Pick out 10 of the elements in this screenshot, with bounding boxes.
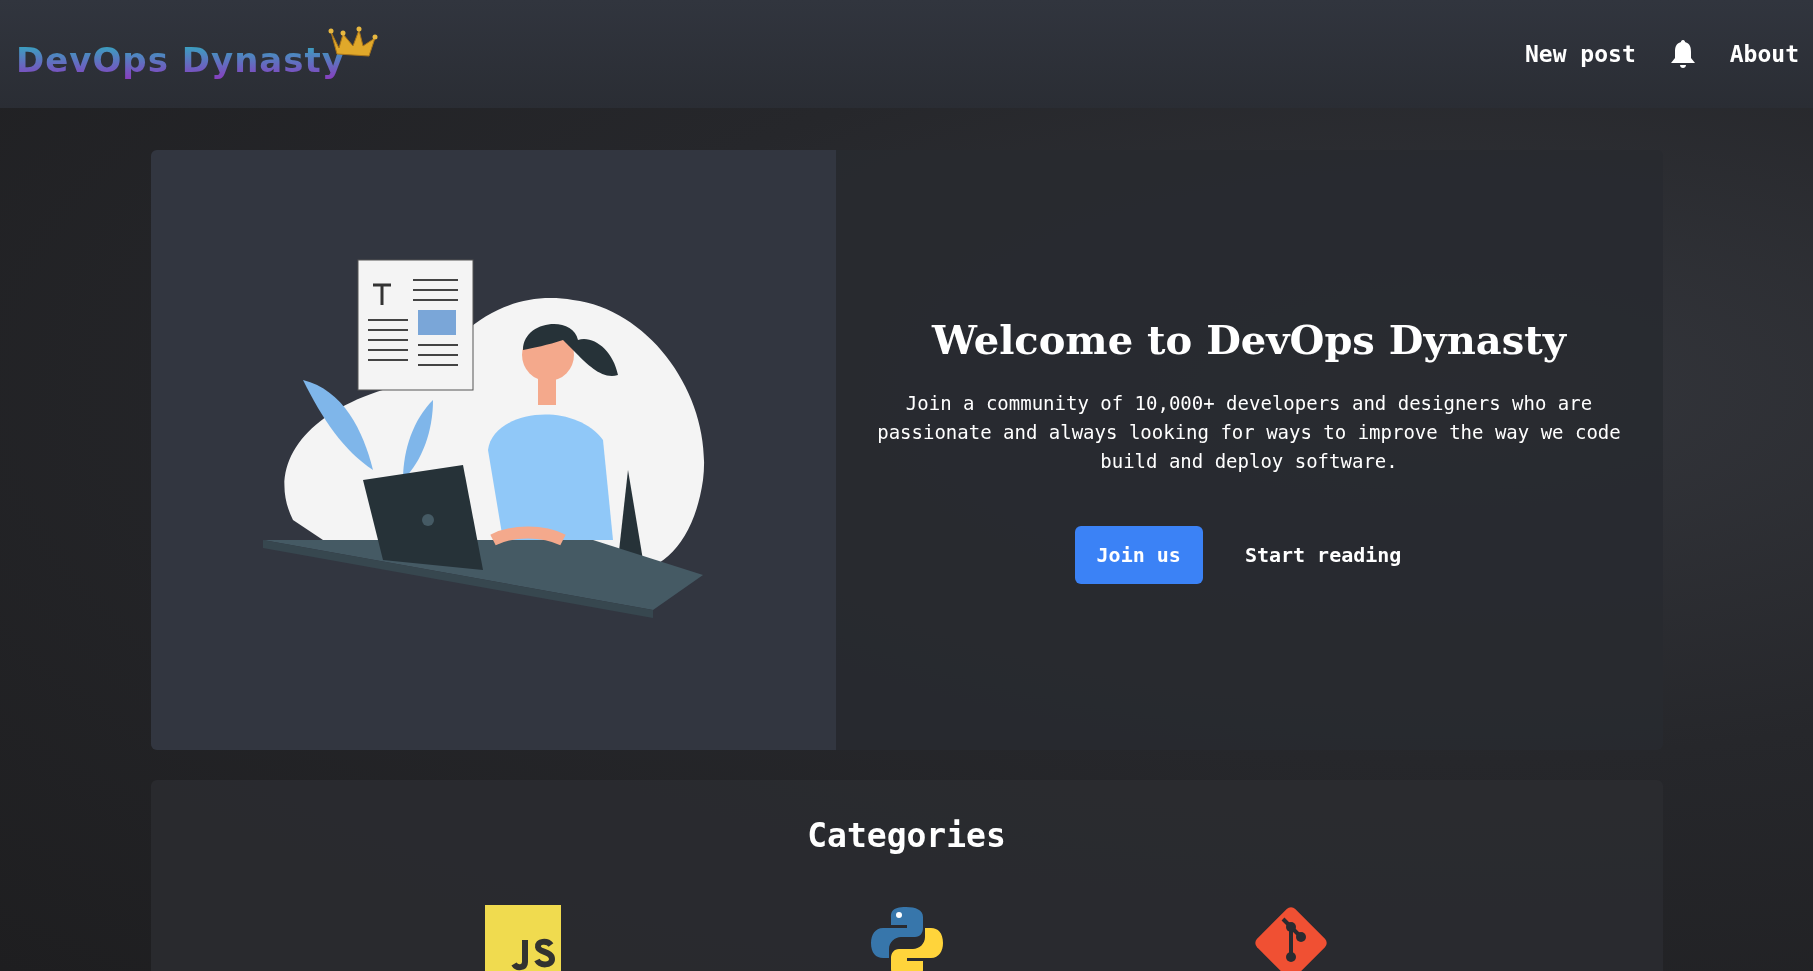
- nav-link[interactable]: New post: [1524, 41, 1636, 67]
- join-button[interactable]: Join us: [1074, 526, 1203, 584]
- snake-logo-icon[interactable]: [868, 905, 945, 971]
- categories-title: Categories: [806, 816, 1007, 855]
- js-logo-icon[interactable]: [484, 905, 561, 971]
- hero-title: Welcome to DevOps Dynasty: [932, 316, 1566, 363]
- nav-link[interactable]: About: [1729, 41, 1799, 67]
- bell-icon[interactable]: [1669, 39, 1696, 69]
- hero-description: Join a community of 10,000+ developers and designers who are passionate and always looking for ways to improve the way we code build and deploy software.: [876, 391, 1622, 474]
- read-button[interactable]: Start reading: [1222, 526, 1424, 584]
